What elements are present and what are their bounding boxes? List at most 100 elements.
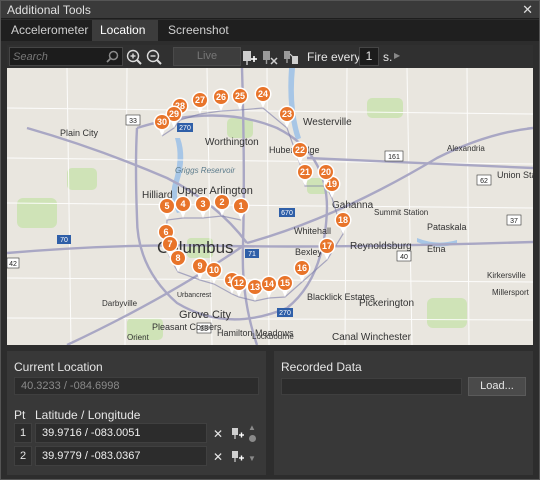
scroll-up-icon[interactable]: ▲ [248, 423, 256, 432]
fire-every-label: Fire every [307, 50, 361, 64]
tab-location[interactable]: Location [92, 20, 158, 41]
map-pin-label: 30 [157, 117, 167, 127]
route-label: 71 [248, 251, 256, 258]
map-pin-label: 12 [234, 278, 244, 288]
place-label: Pickerington [359, 298, 414, 309]
route-label: 33 [129, 118, 137, 125]
fire-unit-label: s. [383, 50, 393, 64]
place-label: Kirkersville [487, 271, 526, 280]
tab-screenshot[interactable]: Screenshot [160, 20, 242, 41]
tab-bar: Accelerometer Location Screenshot [1, 20, 539, 41]
col-header-latlng: Latitude / Longitude [35, 408, 141, 422]
remove-point-icon[interactable]: ✕ [212, 427, 224, 441]
point-latlng-field[interactable]: 39.9716 / -083.0051 [35, 423, 207, 443]
map-pin-label: 27 [195, 95, 205, 105]
map-pin-label: 7 [167, 239, 172, 249]
route-label: 270 [279, 310, 291, 317]
load-button[interactable]: Load... [468, 377, 526, 396]
pin-clear-icon[interactable] [261, 48, 279, 66]
route-label: 161 [388, 154, 400, 161]
place-label: Urbancrest [177, 292, 211, 299]
zoom-out-icon[interactable] [145, 48, 163, 66]
map-pin-label: 26 [216, 92, 226, 102]
route-label: 40 [400, 254, 408, 261]
map-view[interactable]: 33 161 62 37 270 670 71 70 40 270 33 42 … [7, 68, 533, 345]
route-label: 270 [179, 125, 191, 132]
pin-add-icon[interactable] [240, 48, 258, 66]
live-button[interactable]: Live [173, 47, 241, 66]
additional-tools-window: Additional Tools ✕ Accelerometer Locatio… [0, 0, 540, 480]
map-canvas[interactable]: 33 161 62 37 270 670 71 70 40 270 33 42 … [7, 68, 533, 345]
map-pin-label: 22 [295, 145, 305, 155]
place-label: Orient [127, 333, 150, 342]
route-label: 70 [60, 237, 68, 244]
close-icon[interactable]: ✕ [522, 2, 533, 17]
place-label: Pataskala [427, 222, 467, 232]
map-pin-label: 1 [238, 201, 243, 211]
map-pin-label: 16 [297, 263, 307, 273]
place-label: Plain City [60, 128, 99, 138]
search-icon[interactable] [106, 50, 119, 63]
fire-interval-input[interactable]: 1 [359, 47, 379, 66]
route-label: 37 [510, 218, 518, 225]
map-toolbar: Live Fire every 1 s. ▶ [7, 45, 533, 69]
window-title: Additional Tools [7, 3, 91, 17]
map-pin-label: 13 [250, 282, 260, 292]
place-label: Millersport [492, 288, 530, 297]
place-label: Union Sta [497, 170, 533, 180]
recorded-data-field[interactable] [281, 378, 462, 395]
search-box [9, 47, 123, 66]
pin-add-icon[interactable] [231, 426, 245, 440]
map-pin-label: 2 [219, 197, 224, 207]
place-label: Darbyville [102, 299, 138, 308]
place-label: Etna [427, 244, 446, 254]
place-label: Summit Station [374, 208, 428, 217]
route-label: 670 [281, 210, 293, 217]
map-pin-label: 6 [163, 227, 168, 237]
current-location-field: 40.3233 / -084.6998 [14, 377, 259, 395]
current-location-panel: Current Location 40.3233 / -084.6998 Pt … [7, 351, 266, 475]
route-label: 62 [480, 178, 488, 185]
map-pin-label: 17 [322, 241, 332, 251]
place-label: Whitehall [294, 226, 331, 236]
place-label: Alexandria [447, 144, 485, 153]
place-label: Griggs Reservoir [175, 166, 235, 175]
search-input[interactable] [13, 49, 105, 65]
map-pin-label: 23 [282, 109, 292, 119]
map-pin-label: 25 [235, 91, 245, 101]
current-location-title: Current Location [14, 360, 103, 374]
place-label: Reynoldsburg [350, 241, 412, 252]
zoom-in-icon[interactable] [125, 48, 143, 66]
point-number: 2 [14, 446, 32, 466]
place-label: Grove City [179, 309, 231, 321]
pin-add-icon[interactable] [231, 449, 245, 463]
place-label: Gahanna [332, 200, 374, 211]
recorded-data-title: Recorded Data [281, 360, 362, 374]
map-pin-label: 8 [175, 253, 180, 263]
map-pin-label: 19 [327, 179, 337, 189]
map-pin-label: 9 [197, 261, 202, 271]
play-icon[interactable]: ▶ [394, 51, 400, 60]
place-label: Westerville [303, 117, 352, 128]
map-pin-label: 29 [169, 109, 179, 119]
map-pin-label: 4 [180, 199, 185, 209]
map-pin-label: 15 [280, 278, 290, 288]
scroll-down-icon[interactable]: ▼ [248, 454, 256, 463]
map-pin-label: 14 [264, 279, 274, 289]
route-label: 42 [9, 261, 17, 268]
map-pin-label: 21 [300, 167, 310, 177]
col-header-pt: Pt [14, 408, 26, 422]
scrollbar-thumb[interactable] [249, 435, 256, 442]
route-icon[interactable] [282, 48, 300, 66]
tab-accelerometer[interactable]: Accelerometer [3, 20, 88, 41]
map-pin-label: 5 [164, 201, 169, 211]
place-label: Pleasant Corners [152, 322, 222, 332]
point-number: 1 [14, 423, 32, 443]
map-pin-label: 18 [338, 215, 348, 225]
recorded-data-panel: Recorded Data Load... [274, 351, 533, 475]
place-label: Canal Winchester [332, 332, 412, 343]
place-label: Bexley [295, 247, 323, 257]
title-bar: Additional Tools ✕ [1, 1, 539, 19]
point-latlng-field[interactable]: 39.9779 / -083.0367 [35, 446, 207, 466]
remove-point-icon[interactable]: ✕ [212, 450, 224, 464]
